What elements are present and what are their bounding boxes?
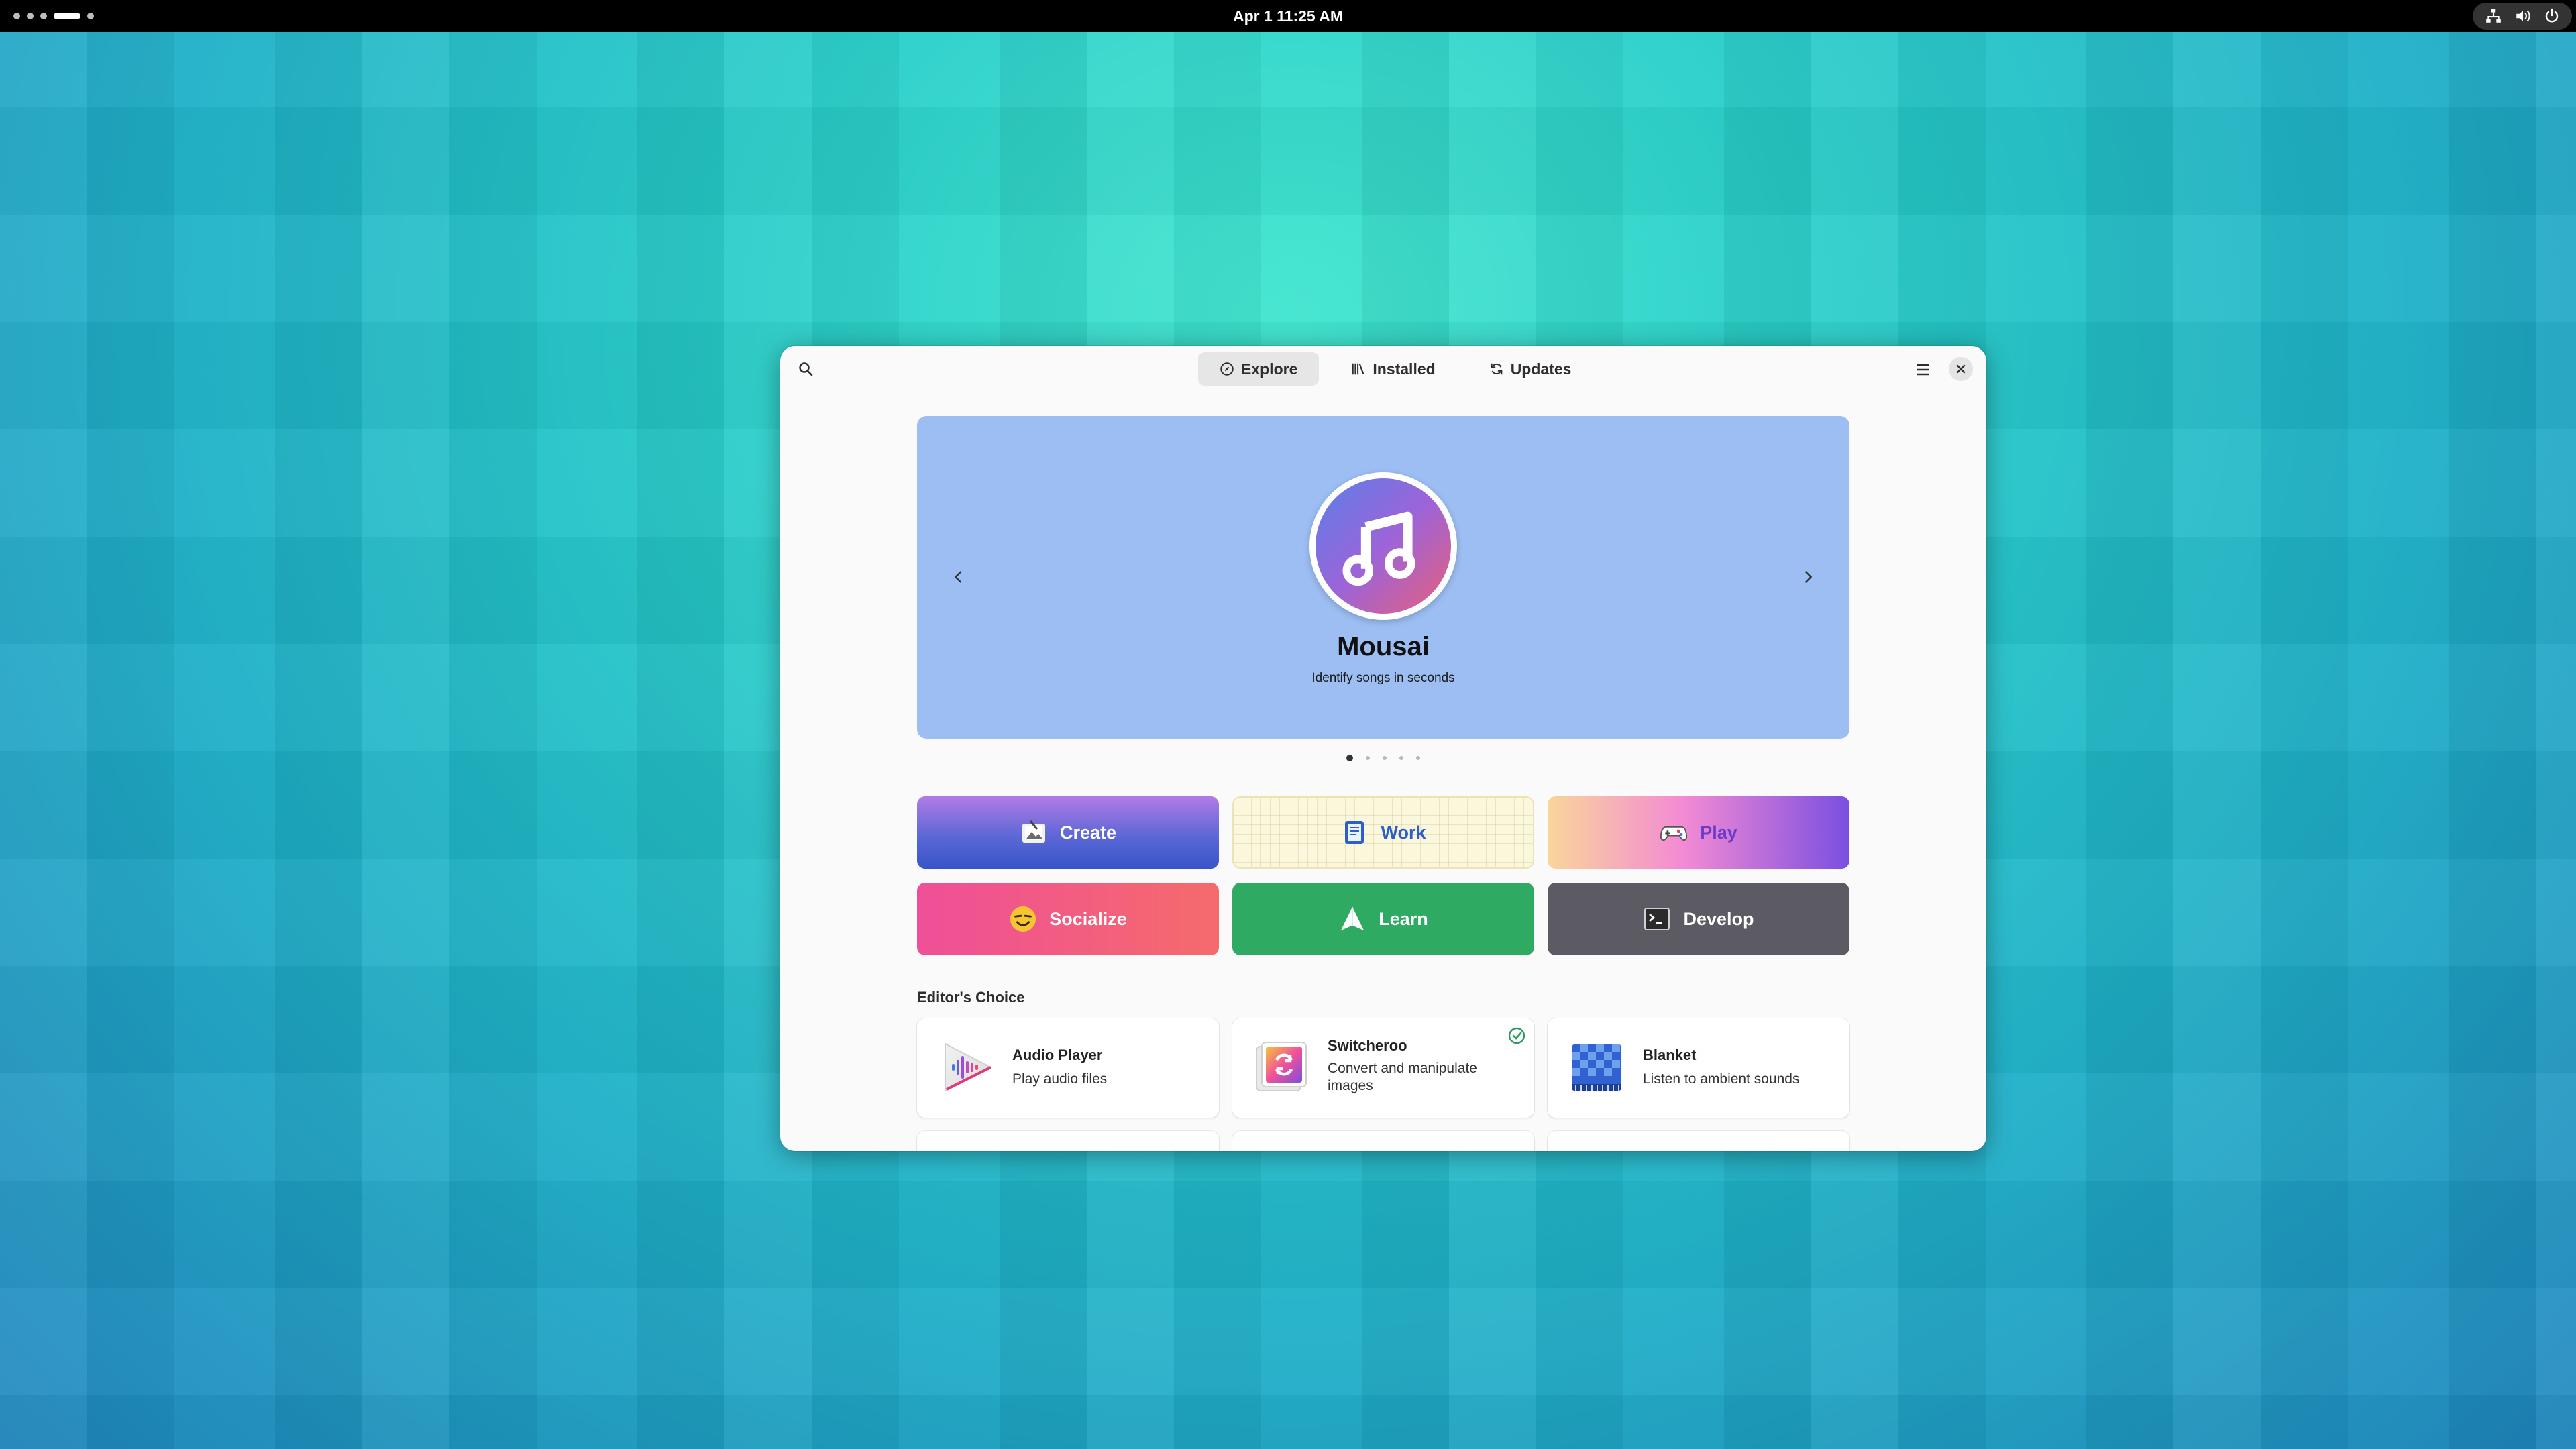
category-label: Learn [1379, 908, 1428, 929]
app-name: Audio Player [1012, 1046, 1103, 1063]
system-tray[interactable] [2473, 3, 2572, 30]
editors-choice-grid-next-row [917, 1131, 1849, 1151]
app-tile-audio-player[interactable]: Audio Player Play audio files [917, 1018, 1219, 1118]
workspace-dot[interactable] [27, 13, 34, 19]
power-icon [2544, 8, 2560, 24]
category-label: Create [1059, 822, 1117, 843]
workspace-active[interactable] [54, 13, 80, 19]
category-label: Develop [1683, 908, 1754, 929]
clock[interactable]: Apr 1 11:25 AM [1233, 7, 1343, 25]
switcheroo-icon [1251, 1037, 1311, 1097]
software-window: Explore Installed Updates Mousai Identif… [780, 346, 1986, 1151]
carousel-dot-active[interactable] [1346, 755, 1353, 761]
category-label: Play [1700, 822, 1737, 843]
app-name: Blanket [1643, 1046, 1697, 1063]
smiley-icon [1009, 905, 1037, 933]
app-description: Listen to ambient sounds [1643, 1071, 1800, 1087]
network-icon [2485, 7, 2502, 25]
notebook-icon [1340, 818, 1368, 847]
search-button[interactable] [794, 357, 818, 381]
category-learn[interactable]: Learn [1232, 883, 1534, 955]
explore-page: Mousai Identify songs in seconds Create [917, 416, 1849, 1151]
carousel-indicator [1346, 755, 1420, 761]
featured-app-summary: Identify songs in seconds [1311, 671, 1455, 685]
gamepad-icon [1660, 818, 1688, 847]
featured-carousel[interactable]: Mousai Identify songs in seconds [917, 416, 1849, 739]
carousel-previous-button[interactable] [945, 564, 972, 590]
category-play[interactable]: Play [1548, 796, 1849, 869]
carousel-dot[interactable] [1416, 756, 1420, 760]
create-icon [1020, 818, 1048, 847]
category-create[interactable]: Create [917, 796, 1219, 869]
close-icon [1956, 364, 1966, 374]
top-bar: Apr 1 11:25 AM [0, 0, 2576, 32]
carousel-dot[interactable] [1399, 756, 1403, 760]
tab-label: Updates [1510, 360, 1572, 378]
volume-icon [2514, 7, 2532, 25]
tab-label: Installed [1373, 360, 1436, 378]
music-note-icon [1342, 511, 1415, 586]
carousel-next-button[interactable] [1794, 564, 1821, 590]
compass-icon [1220, 362, 1234, 376]
editors-choice-grid: Audio Player Play audio files Switcheroo… [917, 1018, 1849, 1118]
workspace-dot[interactable] [13, 13, 20, 19]
view-switcher: Explore Installed Updates [1198, 352, 1593, 386]
workspace-dot[interactable] [87, 13, 94, 19]
app-name: Switcheroo [1328, 1037, 1407, 1054]
workspace-dot[interactable] [40, 13, 47, 19]
category-work[interactable]: Work [1232, 796, 1534, 869]
library-icon [1352, 363, 1364, 375]
installed-check-icon [1507, 1026, 1526, 1045]
chevron-right-icon [1805, 571, 1813, 583]
blanket-icon [1566, 1037, 1627, 1097]
carousel-dot[interactable] [1383, 756, 1387, 760]
category-label: Work [1381, 822, 1426, 843]
category-grid: Create Work Play Socialize Learn Develop [917, 796, 1849, 955]
carousel-dot[interactable] [1366, 756, 1370, 760]
hamburger-menu-icon [1917, 364, 1929, 376]
tab-label: Explore [1241, 360, 1298, 378]
search-icon [799, 362, 813, 376]
app-description: Play audio files [1012, 1071, 1108, 1087]
category-develop[interactable]: Develop [1548, 883, 1849, 955]
featured-app-icon [1309, 472, 1457, 620]
featured-app-name: Mousai [1337, 632, 1430, 661]
app-tile-partial[interactable] [1232, 1131, 1534, 1151]
app-description: Convert and manipulate images [1328, 1061, 1477, 1093]
main-menu-button[interactable] [1911, 358, 1935, 382]
section-title-editors-choice: Editor's Choice [917, 989, 1025, 1006]
chevron-left-icon [954, 571, 961, 583]
paper-plane-icon [1338, 905, 1366, 933]
workspace-indicator[interactable] [13, 0, 94, 32]
header-bar: Explore Installed Updates [780, 346, 1986, 392]
tab-explore[interactable]: Explore [1198, 352, 1320, 386]
tab-installed[interactable]: Installed [1330, 352, 1456, 386]
terminal-icon [1643, 905, 1671, 933]
app-tile-switcheroo[interactable]: Switcheroo Convert and manipulate images [1232, 1018, 1534, 1118]
app-tile-partial[interactable] [917, 1131, 1219, 1151]
app-tile-blanket[interactable]: Blanket Listen to ambient sounds [1548, 1018, 1849, 1118]
category-socialize[interactable]: Socialize [917, 883, 1219, 955]
app-tile-partial[interactable] [1548, 1131, 1849, 1151]
close-button[interactable] [1949, 357, 1973, 381]
refresh-icon [1491, 363, 1503, 375]
audio-player-icon [936, 1037, 996, 1097]
category-label: Socialize [1049, 908, 1127, 929]
tab-updates[interactable]: Updates [1468, 352, 1593, 386]
